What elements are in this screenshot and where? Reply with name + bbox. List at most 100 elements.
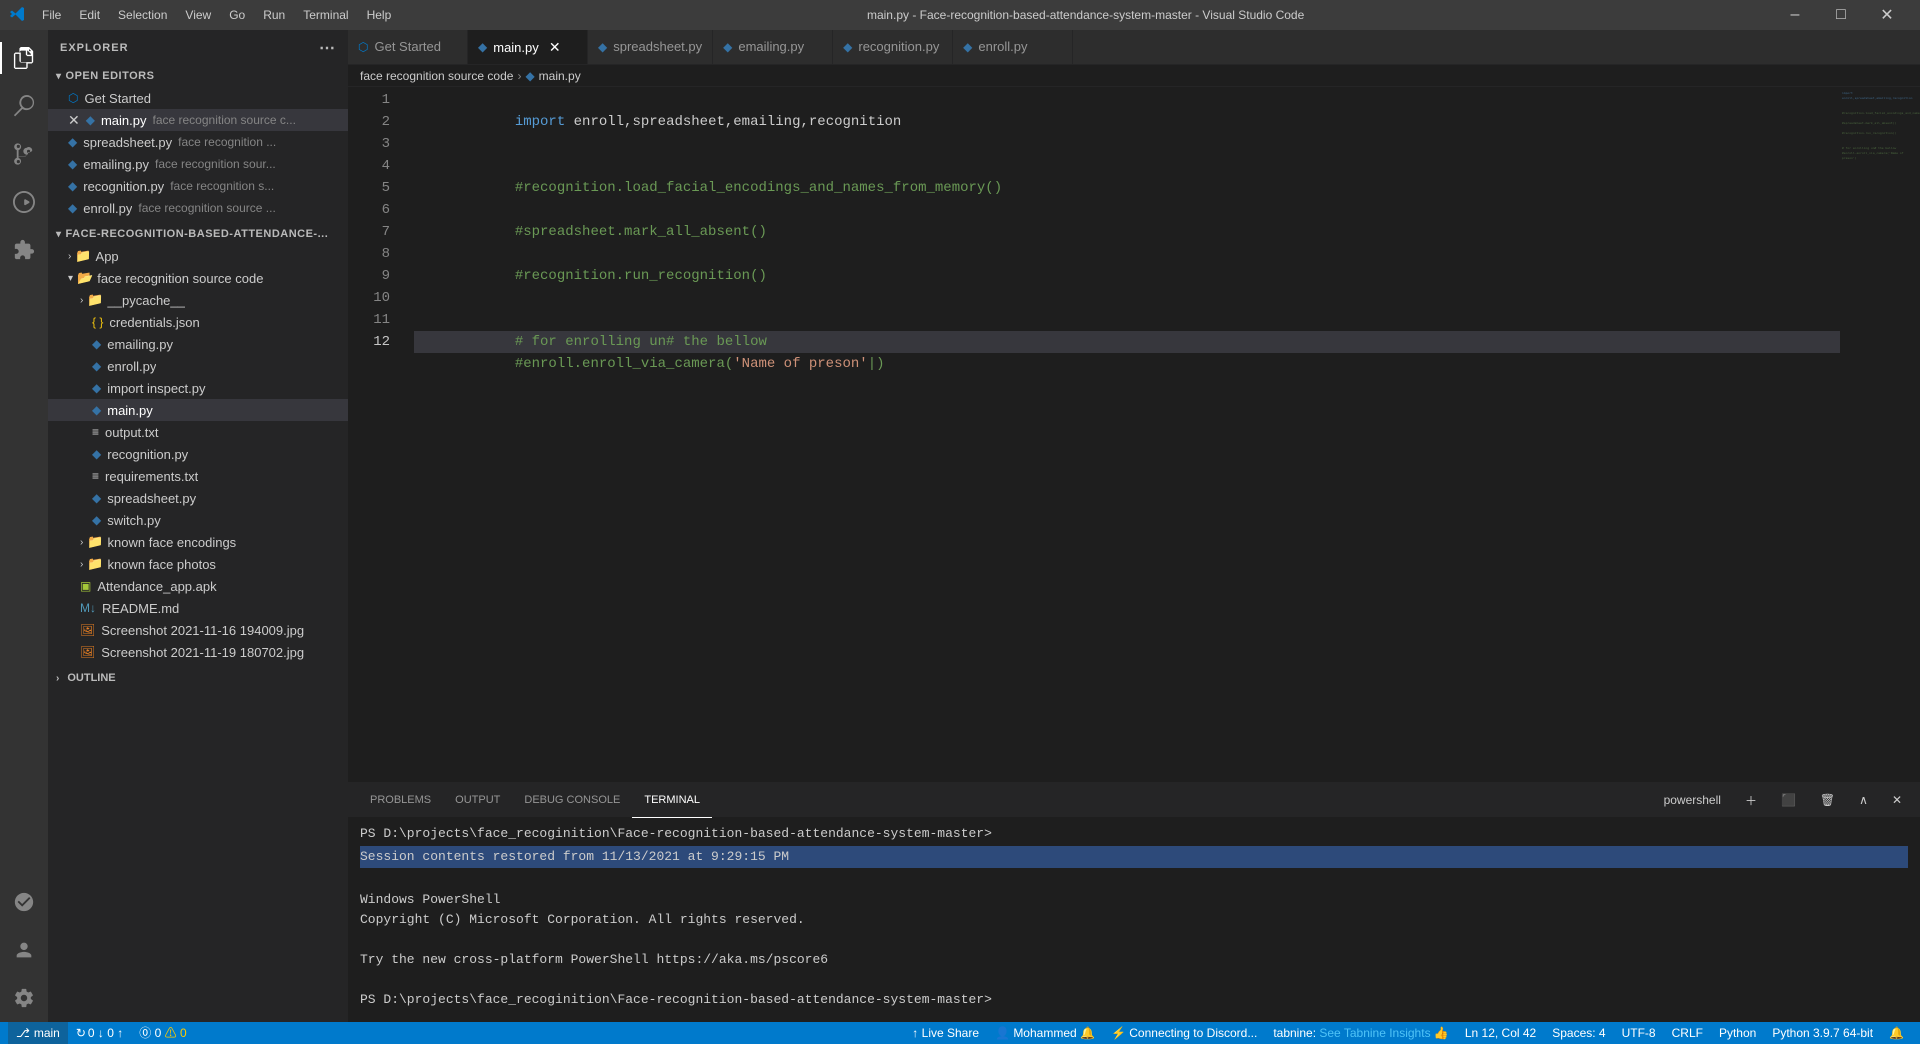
warning-count: ⚠ 0 — [165, 1026, 187, 1040]
file-screenshot-1[interactable]: 🖼 Screenshot 2021-11-16 194009.jpg — [48, 619, 348, 641]
menu-help[interactable]: Help — [359, 0, 400, 30]
close-button[interactable]: ✕ — [1864, 0, 1910, 30]
breadcrumb-part-1[interactable]: face recognition source code — [360, 69, 513, 83]
maximize-button[interactable]: □ — [1818, 0, 1864, 30]
menu-edit[interactable]: Edit — [71, 0, 108, 30]
tab-emailing-py[interactable]: ◆ emailing.py — [713, 30, 833, 64]
txt-icon-req: ≡ — [92, 469, 99, 483]
new-terminal-button[interactable]: ＋ — [1737, 790, 1765, 811]
folder-pycache[interactable]: › 📁 __pycache__ — [48, 289, 348, 311]
activity-accounts[interactable] — [0, 926, 48, 974]
file-main-py[interactable]: ◆ main.py — [48, 399, 348, 421]
spreadsheet-py-path: face recognition ... — [178, 135, 276, 149]
split-terminal-button[interactable]: ⬛ — [1773, 791, 1804, 809]
open-editor-spreadsheet-py[interactable]: ◆ spreadsheet.py face recognition ... — [48, 131, 348, 153]
tab-main-py[interactable]: ◆ main.py ✕ — [468, 30, 588, 64]
project-chevron: ▾ — [56, 229, 62, 240]
activity-bar — [0, 30, 48, 1022]
open-editor-get-started[interactable]: ⬡ Get Started — [48, 87, 348, 109]
menu-file[interactable]: File — [34, 0, 69, 30]
open-editor-recognition-py[interactable]: ◆ recognition.py face recognition s... — [48, 175, 348, 197]
status-discord[interactable]: ⚡ Connecting to Discord... — [1103, 1022, 1265, 1044]
status-line-ending[interactable]: CRLF — [1664, 1022, 1711, 1044]
spreadsheet-name: spreadsheet.py — [107, 491, 196, 506]
activity-settings[interactable] — [0, 974, 48, 1022]
encodings-folder-icon: 📁 — [87, 534, 103, 550]
code-line-1: import enroll,spreadsheet,emailing,recog… — [414, 89, 1840, 111]
activity-remote[interactable] — [0, 878, 48, 926]
jpg-icon-2: 🖼 — [80, 645, 95, 659]
tab-close-main[interactable]: ✕ — [547, 39, 563, 55]
activity-extensions[interactable] — [0, 226, 48, 274]
status-errors[interactable]: ⓪ 0 ⚠ 0 — [131, 1022, 194, 1044]
status-python-version[interactable]: Python 3.9.7 64-bit — [1764, 1022, 1881, 1044]
file-credentials-json[interactable]: { } credentials.json — [48, 311, 348, 333]
tabnine-link[interactable]: See Tabnine Insights 👍 — [1319, 1026, 1448, 1040]
file-emailing-py[interactable]: ◆ emailing.py — [48, 333, 348, 355]
menu-terminal[interactable]: Terminal — [295, 0, 356, 30]
open-editor-main-py[interactable]: ✕ ◆ main.py face recognition source c... — [48, 109, 348, 131]
open-editor-enroll-py[interactable]: ◆ enroll.py face recognition source ... — [48, 197, 348, 219]
terminal-line-2: PS D:\projects\face_recoginition\Face-re… — [360, 990, 1908, 1010]
status-ln-col[interactable]: Ln 12, Col 42 — [1457, 1022, 1544, 1044]
code-area[interactable]: import enroll,spreadsheet,emailing,recog… — [398, 87, 1840, 782]
file-screenshot-2[interactable]: 🖼 Screenshot 2021-11-19 180702.jpg — [48, 641, 348, 663]
menu-view[interactable]: View — [177, 0, 219, 30]
file-output-txt[interactable]: ≡ output.txt — [48, 421, 348, 443]
status-language[interactable]: Python — [1711, 1022, 1764, 1044]
sidebar-more-actions[interactable]: ⋯ — [319, 38, 336, 58]
file-recognition-py[interactable]: ◆ recognition.py — [48, 443, 348, 465]
file-requirements-txt[interactable]: ≡ requirements.txt — [48, 465, 348, 487]
panel-tab-debug[interactable]: DEBUG CONSOLE — [512, 783, 632, 818]
file-readme-md[interactable]: M↓ README.md — [48, 597, 348, 619]
status-tabnine[interactable]: tabnine: See Tabnine Insights 👍 — [1265, 1022, 1457, 1044]
folder-face-recognition[interactable]: ▾ 📂 face recognition source code — [48, 267, 348, 289]
tab-spreadsheet-py[interactable]: ◆ spreadsheet.py — [588, 30, 713, 64]
apk-icon: ▣ — [80, 579, 91, 593]
panel-tab-problems[interactable]: PROBLEMS — [358, 783, 443, 818]
open-editors-header[interactable]: ▾ Open Editors — [48, 65, 348, 87]
file-enroll-py[interactable]: ◆ enroll.py — [48, 355, 348, 377]
panel-tab-output[interactable]: OUTPUT — [443, 783, 512, 818]
activity-run-debug[interactable] — [0, 178, 48, 226]
open-editor-emailing-py[interactable]: ◆ emailing.py face recognition sour... — [48, 153, 348, 175]
file-import-inspect-py[interactable]: ◆ import inspect.py — [48, 377, 348, 399]
breadcrumb-part-2[interactable]: ◆main.py — [525, 69, 580, 83]
menu-run[interactable]: Run — [255, 0, 293, 30]
tab-enroll-py[interactable]: ◆ enroll.py — [953, 30, 1073, 64]
code-editor-container[interactable]: 1 2 3 4 5 6 7 8 9 10 11 12 import enrol — [348, 87, 1920, 782]
status-encoding[interactable]: UTF-8 — [1614, 1022, 1664, 1044]
tab-recognition-py[interactable]: ◆ recognition.py — [833, 30, 953, 64]
status-sync[interactable]: ↻ 0 ↓ 0 ↑ — [68, 1022, 131, 1044]
tab-get-started[interactable]: ⬡ Get Started — [348, 30, 468, 64]
folder-known-face-encodings[interactable]: › 📁 known face encodings — [48, 531, 348, 553]
status-live-share[interactable]: ↑ Live Share — [904, 1022, 987, 1044]
project-header[interactable]: ▾ FACE-RECOGNITION-BASED-ATTENDANCE-... — [48, 223, 348, 245]
menu-go[interactable]: Go — [221, 0, 253, 30]
close-panel-button[interactable]: ✕ — [1884, 791, 1910, 809]
activity-explorer[interactable] — [0, 34, 48, 82]
panel-tab-terminal[interactable]: TERMINAL — [632, 783, 712, 818]
activity-source-control[interactable] — [0, 130, 48, 178]
editor-panel-split: 1 2 3 4 5 6 7 8 9 10 11 12 import enrol — [348, 87, 1920, 1022]
file-attendance-apk[interactable]: ▣ Attendance_app.apk — [48, 575, 348, 597]
status-branch[interactable]: ⎇ main — [8, 1022, 68, 1044]
folder-app[interactable]: › 📁 App — [48, 245, 348, 267]
file-spreadsheet-py[interactable]: ◆ spreadsheet.py — [48, 487, 348, 509]
emailing-py-name: emailing.py — [83, 157, 149, 172]
menu-selection[interactable]: Selection — [110, 0, 175, 30]
activity-search[interactable] — [0, 82, 48, 130]
kill-terminal-button[interactable]: 🗑 — [1812, 791, 1843, 809]
close-icon[interactable]: ✕ — [68, 112, 80, 129]
python-file-icon: ◆ — [86, 113, 95, 127]
folder-known-face-photos[interactable]: › 📁 known face photos — [48, 553, 348, 575]
status-spaces[interactable]: Spaces: 4 — [1544, 1022, 1613, 1044]
outline-header[interactable]: › Outline — [48, 667, 348, 689]
py-icon-enroll: ◆ — [92, 359, 101, 373]
maximize-panel-button[interactable]: ∧ — [1851, 791, 1876, 809]
status-notifications[interactable]: 🔔 — [1881, 1022, 1912, 1044]
minimize-button[interactable]: – — [1772, 0, 1818, 30]
terminal-content[interactable]: PS D:\projects\face_recoginition\Face-re… — [348, 818, 1920, 1022]
status-user[interactable]: 👤 Mohammed 🔔 — [987, 1022, 1103, 1044]
file-switch-py[interactable]: ◆ switch.py — [48, 509, 348, 531]
